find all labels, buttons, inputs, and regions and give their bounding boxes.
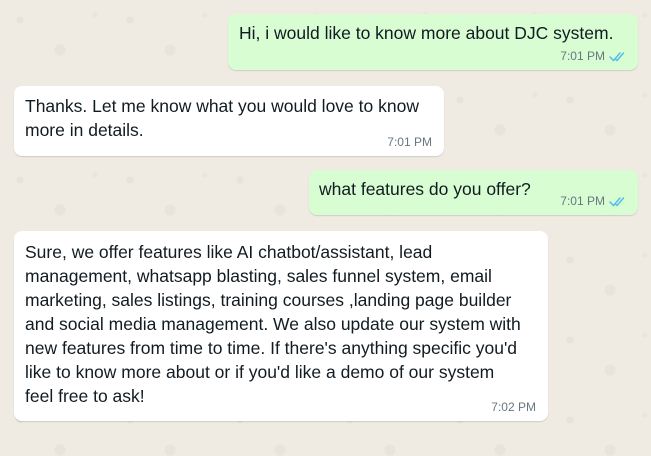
message-meta: 7:01 PM [560, 49, 626, 63]
message-time: 7:01 PM [560, 49, 605, 63]
message-meta: 7:01 PM [387, 135, 432, 149]
message-time: 7:01 PM [387, 135, 432, 149]
message-bubble-incoming[interactable]: Sure, we offer features like AI chatbot/… [14, 231, 548, 421]
message-bubble-outgoing[interactable]: what features do you offer? 7:01 PM [309, 170, 638, 215]
message-text: Hi, i would like to know more about DJC … [239, 23, 614, 43]
message-meta: 7:02 PM [491, 400, 536, 414]
message-text: Thanks. Let me know what you would love … [25, 96, 419, 140]
message-text: Sure, we offer features like AI chatbot/… [25, 242, 521, 406]
double-check-read-icon [609, 196, 625, 206]
message-bubble-outgoing[interactable]: Hi, i would like to know more about DJC … [228, 14, 638, 70]
message-time: 7:02 PM [491, 400, 536, 414]
chat-panel: Hi, i would like to know more about DJC … [0, 0, 651, 456]
double-check-read-icon [609, 51, 625, 61]
message-time: 7:01 PM [560, 194, 605, 208]
message-bubble-incoming[interactable]: Thanks. Let me know what you would love … [14, 86, 444, 156]
message-meta: 7:01 PM [560, 194, 626, 208]
